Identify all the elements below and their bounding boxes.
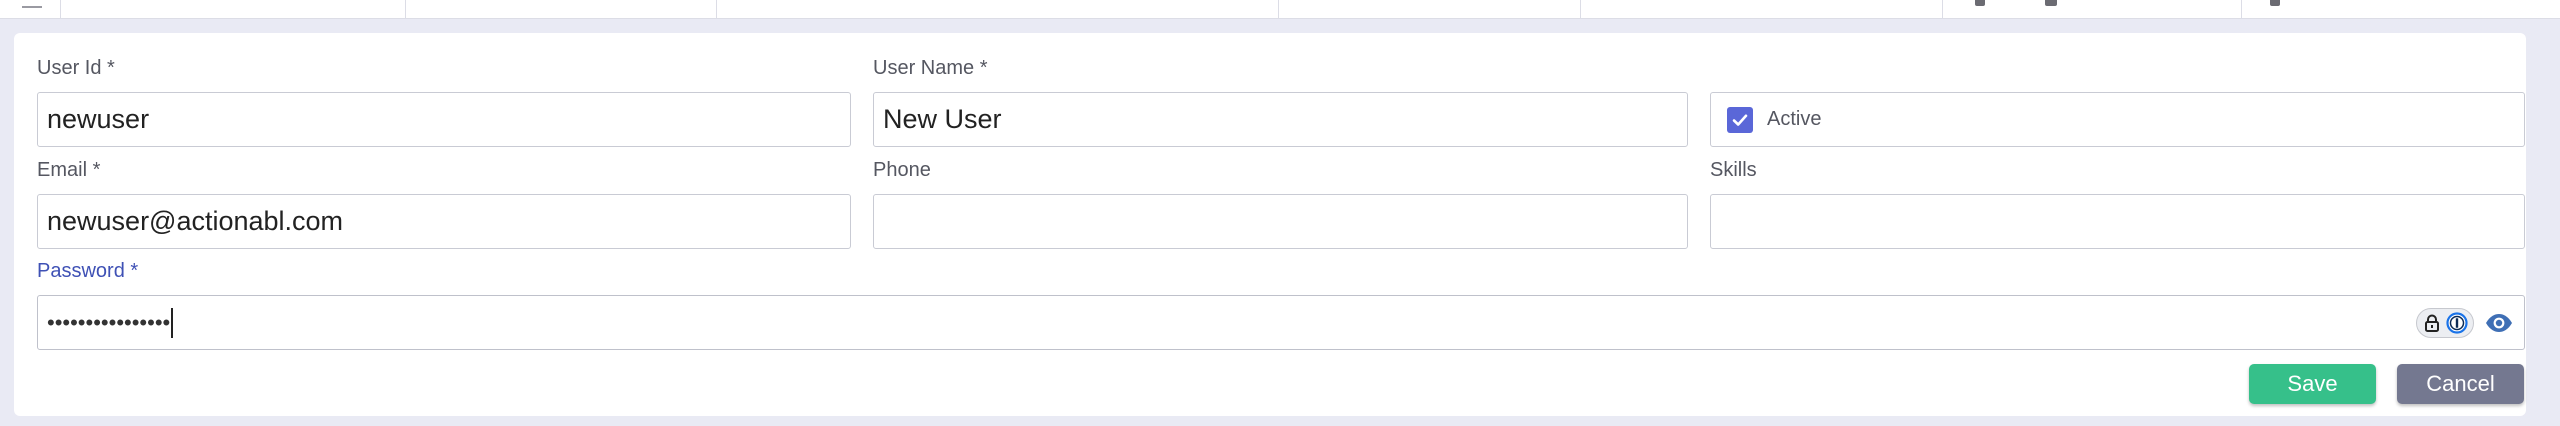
password-value: •••••••••••••••• (47, 309, 171, 335)
column-divider (716, 0, 717, 18)
user-form-card: User Id * newuser User Name * New User A… (14, 33, 2526, 416)
header-text-fragment (1975, 0, 1985, 6)
column-divider (405, 0, 406, 18)
column-divider (1580, 0, 1581, 18)
password-input[interactable]: •••••••••••••••• (37, 295, 2525, 350)
lock-icon (2424, 314, 2439, 332)
menu-icon[interactable] (22, 0, 42, 8)
email-value: newuser@actionabl.com (47, 206, 344, 236)
column-divider (2241, 0, 2242, 18)
phone-label: Phone (873, 159, 931, 181)
column-divider (1278, 0, 1279, 18)
user-name-label: User Name * (873, 57, 988, 79)
password-label: Password * (37, 260, 139, 282)
user-id-label: User Id * (37, 57, 115, 79)
column-divider (1942, 0, 1943, 18)
save-button[interactable]: Save (2249, 364, 2376, 404)
user-name-value: New User (883, 104, 1002, 134)
table-header-strip (0, 0, 2560, 19)
text-caret (171, 307, 174, 338)
cancel-button[interactable]: Cancel (2397, 364, 2524, 404)
password-manager-button[interactable] (2416, 308, 2474, 338)
email-label: Email * (37, 159, 101, 181)
eye-icon (2486, 314, 2512, 332)
user-id-input[interactable]: newuser (37, 92, 851, 147)
phone-input[interactable] (873, 194, 1688, 249)
header-text-fragment (2270, 0, 2280, 6)
active-checkbox[interactable] (1727, 106, 1753, 133)
user-name-input[interactable]: New User (873, 92, 1688, 147)
skills-input[interactable] (1710, 194, 2525, 249)
toggle-password-visibility[interactable] (2484, 312, 2514, 334)
email-input[interactable]: newuser@actionabl.com (37, 194, 851, 249)
password-tools (2416, 308, 2514, 338)
skills-label: Skills (1710, 159, 1757, 181)
check-icon (1732, 114, 1748, 126)
active-label: Active (1767, 108, 1822, 130)
1password-icon (2446, 312, 2468, 334)
active-field: Active (1710, 92, 2525, 147)
header-text-fragment (2045, 0, 2057, 6)
column-divider (60, 0, 61, 18)
user-id-value: newuser (47, 104, 150, 134)
